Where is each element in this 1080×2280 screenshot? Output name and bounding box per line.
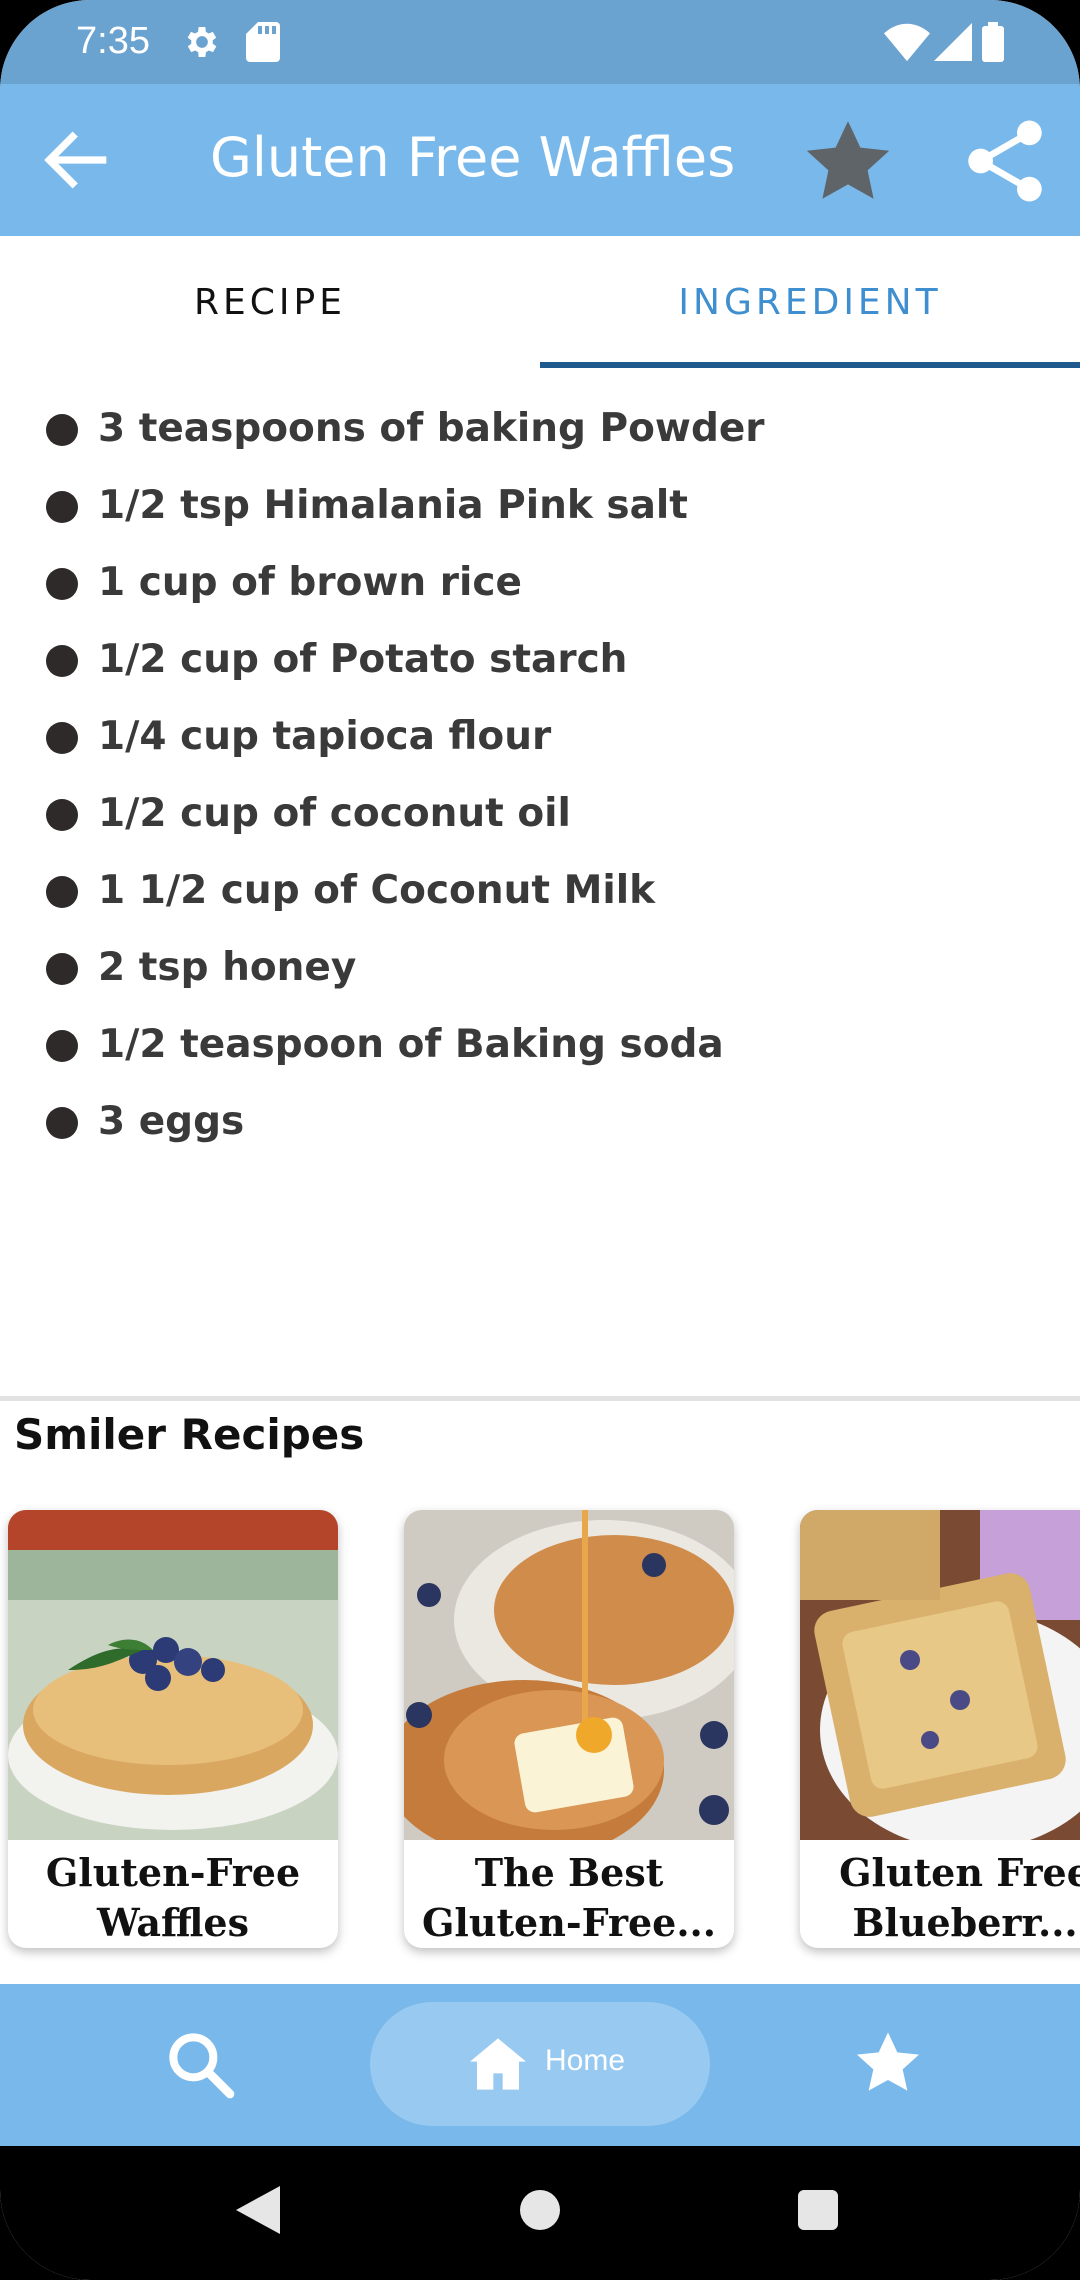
recipe-thumbnail <box>8 1510 338 1840</box>
share-icon[interactable] <box>960 116 1050 206</box>
list-item: 1/4 cup tapioca flour <box>0 708 1080 785</box>
bullet-icon <box>46 1030 78 1062</box>
section-title: Smiler Recipes <box>14 1410 365 1459</box>
bullet-icon <box>46 645 78 677</box>
home-icon <box>470 2038 526 2090</box>
status-bar: 7:35 <box>0 0 1080 84</box>
list-item: 2 tsp honey <box>0 939 1080 1016</box>
bottom-nav: Home <box>0 1984 1080 2146</box>
recipe-card[interactable]: Gluten Free Blueberr... <box>800 1510 1080 1948</box>
recipe-card-title: Gluten Free Blueberr... <box>800 1848 1080 1948</box>
bullet-icon <box>46 414 78 446</box>
ingredient-text: 1/2 tsp Himalania Pink salt <box>98 483 688 528</box>
star-icon[interactable] <box>848 2024 928 2104</box>
ingredient-text: 1 cup of brown rice <box>98 560 522 605</box>
wifi-icon <box>884 23 930 62</box>
ingredient-text: 1/4 cup tapioca flour <box>98 714 552 759</box>
bullet-icon <box>46 722 78 754</box>
app-bar: Gluten Free Waffles <box>0 84 1080 236</box>
bullet-icon <box>46 876 78 908</box>
ingredient-text: 1/2 cup of Potato starch <box>98 637 628 682</box>
recipe-card-title-line: Gluten-Free... <box>421 1900 717 1945</box>
recipe-card[interactable]: The Best Gluten-Free... <box>404 1510 734 1948</box>
list-item: 1 cup of brown rice <box>0 554 1080 631</box>
section-divider <box>0 1396 1080 1401</box>
list-item: 1/2 cup of Potato starch <box>0 631 1080 708</box>
system-home-icon[interactable] <box>520 2190 560 2230</box>
nav-home-button[interactable]: Home <box>370 2002 710 2126</box>
ingredient-list: 3 teaspoons of baking Powder 1/2 tsp Him… <box>0 400 1080 1170</box>
recipe-thumbnail <box>800 1510 1080 1840</box>
settings-icon <box>187 27 217 57</box>
tab-recipe[interactable]: RECIPE <box>0 236 540 368</box>
recipe-card-title-line: Gluten Free <box>839 1850 1080 1895</box>
bullet-icon <box>46 1107 78 1139</box>
nav-home-label: Home <box>545 2044 626 2077</box>
ingredient-text: 3 eggs <box>98 1099 245 1144</box>
system-recents-icon[interactable] <box>798 2190 838 2230</box>
ingredient-text: 1 1/2 cup of Coconut Milk <box>98 868 656 913</box>
recipe-card-title-line: The Best <box>474 1850 664 1895</box>
list-item: 1/2 tsp Himalania Pink salt <box>0 477 1080 554</box>
tab-bar: RECIPE INGREDIENT <box>0 236 1080 368</box>
system-nav-bar <box>0 2146 1080 2280</box>
list-item: 3 eggs <box>0 1093 1080 1170</box>
list-item: 1/2 teaspoon of Baking soda <box>0 1016 1080 1093</box>
favorite-star-icon[interactable] <box>800 114 896 210</box>
bullet-icon <box>46 568 78 600</box>
recipe-card-title: Gluten-Free Waffles <box>8 1848 338 1948</box>
bullet-icon <box>46 491 78 523</box>
tab-indicator <box>540 362 1080 368</box>
recipe-card-title-line: Gluten-Free <box>45 1850 301 1895</box>
recipe-card[interactable]: Gluten-Free Waffles <box>8 1510 338 1948</box>
signal-icon <box>934 23 972 61</box>
recipe-card-title-line: Blueberr... <box>852 1900 1078 1945</box>
recipe-card-title-line: Waffles <box>97 1900 249 1945</box>
phone-screen: 7:35 Gluten Free Waffles RECIPE INGREDIE… <box>0 0 1080 2280</box>
sd-card-icon <box>246 22 280 62</box>
bullet-icon <box>46 799 78 831</box>
page-title: Gluten Free Waffles <box>210 126 736 189</box>
tab-ingredient[interactable]: INGREDIENT <box>540 236 1080 368</box>
ingredient-text: 2 tsp honey <box>98 945 357 990</box>
status-time: 7:35 <box>76 20 150 62</box>
search-icon[interactable] <box>160 2024 240 2104</box>
recipe-card-title: The Best Gluten-Free... <box>404 1848 734 1948</box>
bullet-icon <box>46 953 78 985</box>
ingredient-text: 1/2 cup of coconut oil <box>98 791 571 836</box>
ingredient-text: 3 teaspoons of baking Powder <box>98 406 765 451</box>
ingredient-text: 1/2 teaspoon of Baking soda <box>98 1022 724 1067</box>
recipe-thumbnail <box>404 1510 734 1840</box>
battery-icon <box>982 22 1004 62</box>
list-item: 1/2 cup of coconut oil <box>0 785 1080 862</box>
back-button[interactable] <box>36 120 116 200</box>
system-back-icon[interactable] <box>236 2186 280 2234</box>
list-item: 1 1/2 cup of Coconut Milk <box>0 862 1080 939</box>
list-item: 3 teaspoons of baking Powder <box>0 400 1080 477</box>
